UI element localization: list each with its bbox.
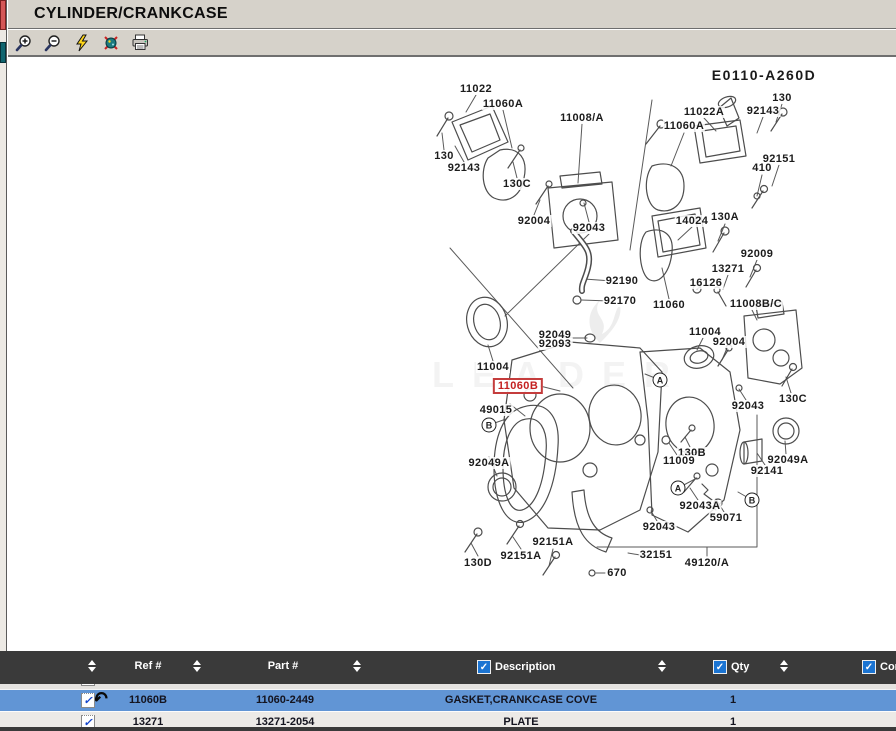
part-label[interactable]: 11060A xyxy=(663,120,705,132)
table-row-selected[interactable]: ↶✓11060B11060-2449GASKET,CRANKCASE COVE1 xyxy=(0,690,896,712)
part-label[interactable]: 92043A xyxy=(679,500,722,512)
part-label[interactable]: 410 xyxy=(751,162,773,174)
part-label[interactable]: 59071 xyxy=(709,512,744,524)
diagram-code: E0110-A260D xyxy=(712,67,816,83)
cell-qty: 1 xyxy=(730,684,736,689)
lightning-icon xyxy=(74,34,90,52)
part-label[interactable]: 92043 xyxy=(731,400,766,412)
column-header-com[interactable]: ✓ Com xyxy=(862,660,896,674)
sort-button-qty[interactable] xyxy=(780,660,788,672)
part-label[interactable]: 14024 xyxy=(675,215,710,227)
column-header-description[interactable]: ✓ Description xyxy=(477,660,556,674)
cell-ref: 11060A xyxy=(129,684,167,689)
zoom-in-button[interactable] xyxy=(13,33,35,53)
part-label[interactable]: 11060 xyxy=(652,299,686,311)
column-header-qty[interactable]: ✓ Qty xyxy=(713,660,749,674)
edit-check-icon[interactable]: ✓ xyxy=(81,693,95,708)
cell-qty: 1 xyxy=(730,690,736,711)
part-label[interactable]: 130D xyxy=(463,557,493,569)
view-marker-a: A xyxy=(653,373,668,388)
part-label[interactable]: 130C xyxy=(778,393,808,405)
diagram-canvas[interactable]: LEADER xyxy=(8,59,896,651)
zoom-in-icon xyxy=(15,34,33,52)
part-label[interactable]: 11004 xyxy=(476,361,510,373)
part-label[interactable]: 11060A xyxy=(482,98,524,110)
part-label-highlighted[interactable]: 11060B xyxy=(493,378,543,394)
part-label[interactable]: 13271 xyxy=(711,263,746,275)
parts-table-header: Ref # Part # ✓ Description ✓ Qty ✓ Com xyxy=(0,651,896,684)
hotspot-bug-icon xyxy=(102,34,120,52)
part-label[interactable]: 670 xyxy=(606,567,628,579)
view-marker-b: B xyxy=(745,493,760,508)
part-label[interactable]: 92093 xyxy=(538,338,573,350)
column-header-ref[interactable]: Ref # xyxy=(135,660,162,672)
part-label[interactable]: 92170 xyxy=(603,295,638,307)
part-label[interactable]: 92004 xyxy=(517,215,552,227)
titlebar: CYLINDER/CRANKCASE xyxy=(8,0,896,29)
part-label[interactable]: 11008/A xyxy=(559,112,605,124)
cell-part: 11060-2450 xyxy=(256,684,314,689)
parts-table: Ref # Part # ✓ Description ✓ Qty ✓ Com ✓… xyxy=(0,651,896,731)
part-label[interactable]: 11008B/C xyxy=(729,298,783,310)
sort-button-icon-column[interactable] xyxy=(88,660,96,672)
view-marker-a: A xyxy=(671,481,686,496)
parts-table-rows: ✓11060A11060-2450GASKET,CARBURETOR1↶✓110… xyxy=(0,684,896,731)
lightning-button[interactable] xyxy=(71,33,93,53)
description-checkbox[interactable]: ✓ xyxy=(477,660,491,674)
part-label[interactable]: 49120/A xyxy=(684,557,730,569)
zoom-out-button[interactable] xyxy=(42,33,64,53)
print-icon xyxy=(131,34,150,51)
part-label[interactable]: 92143 xyxy=(746,105,781,117)
sort-button-part[interactable] xyxy=(353,660,361,672)
part-label[interactable]: 92143 xyxy=(447,162,482,174)
print-button[interactable] xyxy=(129,33,151,53)
view-marker-b: B xyxy=(482,418,497,433)
part-label[interactable]: 11022 xyxy=(459,83,493,95)
hotspot-bug-button[interactable] xyxy=(100,33,122,53)
part-label[interactable]: 11022A xyxy=(683,106,725,118)
com-checkbox[interactable]: ✓ xyxy=(862,660,876,674)
docked-tab-red[interactable] xyxy=(0,0,6,30)
part-label[interactable]: 130 xyxy=(771,92,793,104)
part-label[interactable]: 130 xyxy=(433,150,455,162)
cell-ref: 11060B xyxy=(129,690,167,711)
part-label[interactable]: 32151 xyxy=(639,549,674,561)
part-label[interactable]: 92004 xyxy=(712,336,747,348)
part-label[interactable]: 92151A xyxy=(500,550,543,562)
edit-check-icon[interactable]: ✓ xyxy=(81,684,95,686)
part-label[interactable]: 49015 xyxy=(479,404,514,416)
part-label[interactable]: 130A xyxy=(710,211,740,223)
part-label[interactable]: 130C xyxy=(502,178,532,190)
docked-panel-strip xyxy=(0,0,7,651)
part-label[interactable]: 16126 xyxy=(689,277,724,289)
part-label[interactable]: 92009 xyxy=(740,248,775,260)
cell-description: GASKET,CRANKCASE COVE xyxy=(445,690,597,711)
part-label[interactable]: 92141 xyxy=(750,465,785,477)
part-label[interactable]: 92043 xyxy=(642,521,677,533)
docked-tab-teal[interactable] xyxy=(0,42,6,63)
exploded-view-artwork xyxy=(8,59,896,651)
page-title: CYLINDER/CRANKCASE xyxy=(34,5,228,23)
part-label[interactable]: 11009 xyxy=(662,455,696,467)
toolbar xyxy=(8,30,896,57)
sort-button-ref[interactable] xyxy=(193,660,201,672)
zoom-out-icon xyxy=(44,34,62,52)
table-bottom-border xyxy=(0,727,896,731)
sort-button-description[interactable] xyxy=(658,660,666,672)
part-label[interactable]: 92043 xyxy=(572,222,607,234)
cell-description: GASKET,CARBURETOR xyxy=(458,684,584,689)
qty-checkbox[interactable]: ✓ xyxy=(713,660,727,674)
part-label[interactable]: 92049A xyxy=(468,457,511,469)
cell-part: 11060-2449 xyxy=(256,690,314,711)
column-header-part[interactable]: Part # xyxy=(268,660,299,672)
part-label[interactable]: 92190 xyxy=(605,275,640,287)
parts-catalog-window: CYLINDER/CRANKCASE xyxy=(0,0,896,731)
part-label[interactable]: 92151A xyxy=(532,536,575,548)
